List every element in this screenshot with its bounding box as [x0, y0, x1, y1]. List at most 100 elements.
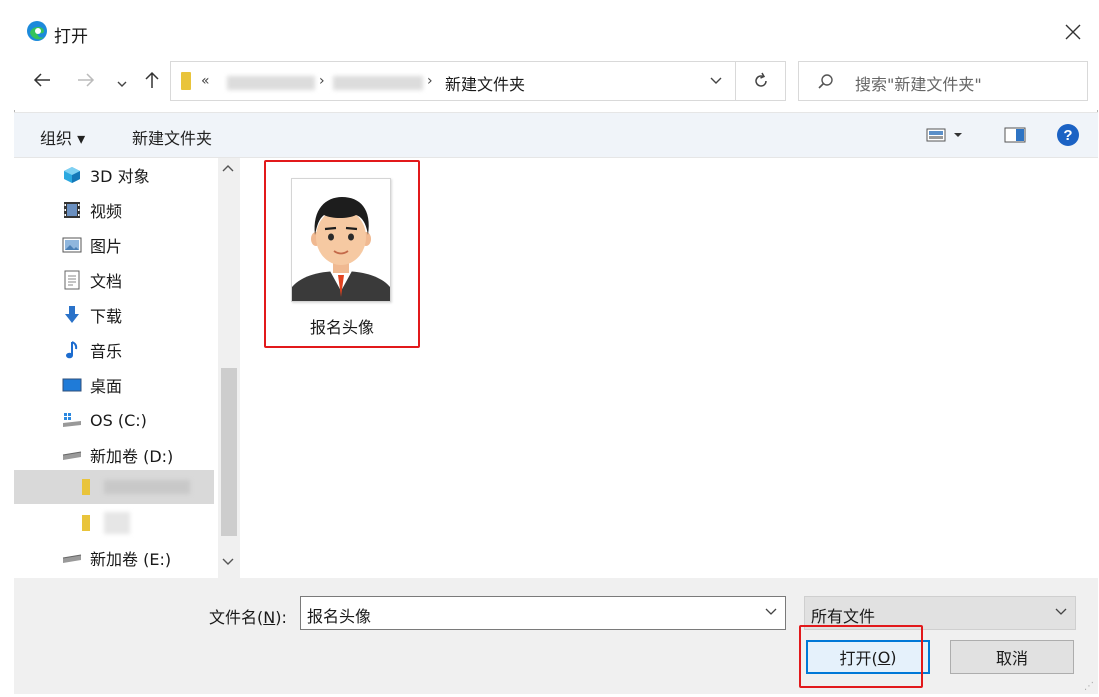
chevron-down-icon: [117, 81, 127, 87]
filename-label-text: 文件名(: [209, 608, 264, 627]
sidebar-item-label: 图片: [90, 237, 123, 256]
chevron-right-icon: ›: [427, 73, 433, 89]
command-bar: 组织 ▾ 新建文件夹 ?: [14, 112, 1098, 158]
3d-objects-icon: [62, 165, 82, 185]
organize-menu[interactable]: 组织 ▾: [40, 125, 85, 149]
redacted-label: [104, 512, 130, 534]
sidebar-item-desktop[interactable]: 桌面: [14, 368, 214, 402]
up-button[interactable]: [142, 70, 162, 95]
drive-icon: [62, 445, 82, 465]
sidebar-item-label: 3D 对象: [90, 167, 150, 186]
sidebar-item-downloads[interactable]: 下载: [14, 298, 214, 332]
search-icon: [817, 73, 835, 95]
file-thumbnail: [291, 178, 391, 302]
file-dialog-footer: 文件名(N): 报名头像 所有文件 打开(O) 取消 ⋰: [14, 578, 1098, 694]
pictures-icon: [62, 235, 82, 255]
file-name: 报名头像: [309, 318, 374, 337]
new-folder-button[interactable]: 新建文件夹: [132, 125, 212, 149]
search-placeholder: 搜索"新建文件夹": [855, 75, 982, 94]
navigation-scrollbar[interactable]: [218, 158, 240, 578]
sidebar-item-label: 下载: [90, 307, 123, 326]
refresh-icon: [754, 72, 767, 87]
file-item[interactable]: 报名头像: [264, 160, 420, 348]
sidebar-item-redacted-folder[interactable]: [14, 506, 214, 540]
drive-icon: [62, 548, 82, 568]
window-title: 打开: [54, 27, 88, 47]
breadcrumb-current[interactable]: 新建文件夹: [445, 71, 525, 95]
title-bar: 打开: [14, 10, 1098, 54]
scrollbar-thumb[interactable]: [221, 368, 237, 536]
resize-grip[interactable]: ⋰: [1084, 681, 1094, 692]
drive-c-icon: [62, 410, 82, 430]
filename-history-button[interactable]: [765, 605, 777, 621]
breadcrumb-redacted[interactable]: [227, 76, 315, 90]
avatar-icon: [292, 179, 390, 301]
chevron-down-icon: [710, 77, 722, 84]
chevron-down-icon: [1055, 608, 1067, 615]
sidebar-item-3d-objects[interactable]: 3D 对象: [14, 158, 214, 192]
sidebar-item-label: 音乐: [90, 342, 123, 361]
scroll-down-button[interactable]: [222, 556, 234, 570]
music-icon: [62, 340, 82, 360]
downloads-icon: [62, 305, 82, 325]
close-button[interactable]: [1058, 18, 1088, 46]
preview-pane-icon: [1004, 127, 1026, 143]
sidebar-item-drive-d[interactable]: 新加卷 (D:): [14, 438, 214, 472]
chevron-up-icon: [222, 165, 234, 172]
file-type-value: 所有文件: [811, 607, 876, 626]
cancel-button[interactable]: 取消: [950, 640, 1074, 674]
filename-value: 报名头像: [307, 607, 372, 626]
sidebar-item-label: 新加卷 (D:): [90, 447, 174, 466]
filename-label-text: ):: [275, 608, 287, 627]
folder-icon: [181, 72, 191, 90]
close-icon: [1065, 24, 1081, 40]
refresh-button[interactable]: [736, 61, 786, 101]
help-button[interactable]: ?: [1056, 123, 1080, 151]
folder-icon: [76, 477, 96, 497]
file-type-dropdown[interactable]: [1055, 605, 1067, 621]
chevron-down-icon: [765, 608, 777, 615]
file-list-view: 报名头像: [240, 158, 1098, 578]
svg-text:?: ?: [1063, 127, 1072, 144]
help-icon: ?: [1057, 124, 1079, 146]
preview-pane-button[interactable]: [1004, 127, 1026, 147]
navigation-bar: « › › 新建文件夹 搜索"新建文件夹": [14, 54, 1098, 110]
sidebar-item-drive-e[interactable]: 新加卷 (E:): [14, 541, 214, 575]
sidebar-item-label: OS (C:): [90, 410, 147, 430]
recent-locations-button[interactable]: [116, 74, 128, 95]
view-options-button[interactable]: [926, 127, 968, 147]
arrow-right-icon: [78, 73, 95, 87]
scroll-up-button[interactable]: [222, 162, 234, 176]
desktop-icon: [62, 375, 82, 395]
arrow-left-icon: [33, 73, 50, 87]
folder-icon: [76, 513, 96, 533]
navigation-pane: 3D 对象 视频 图片 文档 下载 音乐 桌面 OS (C:) 新加卷 (D:): [14, 158, 240, 578]
sidebar-item-label: 视频: [90, 202, 123, 221]
documents-icon: [62, 270, 82, 290]
edge-icon: [26, 20, 48, 42]
filename-label: 文件名(N):: [209, 604, 287, 628]
sidebar-item-redacted-folder[interactable]: [14, 470, 214, 504]
open-button-highlight: [799, 625, 923, 688]
sidebar-item-videos[interactable]: 视频: [14, 193, 214, 227]
sidebar-item-drive-c[interactable]: OS (C:): [14, 403, 214, 437]
filename-label-accesskey: N: [263, 608, 276, 627]
sidebar-item-label: 桌面: [90, 377, 123, 396]
sidebar-item-music[interactable]: 音乐: [14, 333, 214, 367]
search-box[interactable]: 搜索"新建文件夹": [798, 61, 1088, 101]
breadcrumb-redacted[interactable]: [333, 76, 423, 90]
chevron-right-icon: ›: [319, 73, 325, 89]
sidebar-item-label: 新加卷 (E:): [90, 550, 172, 569]
arrow-up-icon: [145, 71, 159, 88]
address-dropdown-button[interactable]: [709, 73, 723, 91]
chevron-down-icon: [222, 558, 234, 565]
sidebar-item-pictures[interactable]: 图片: [14, 228, 214, 262]
forward-button[interactable]: [76, 70, 96, 95]
redacted-label: [104, 480, 190, 494]
address-bar[interactable]: « › › 新建文件夹: [170, 61, 736, 101]
back-button[interactable]: [32, 70, 52, 95]
sidebar-item-documents[interactable]: 文档: [14, 263, 214, 297]
breadcrumb-overflow[interactable]: «: [201, 73, 210, 89]
filename-input[interactable]: 报名头像: [300, 596, 786, 630]
videos-icon: [62, 200, 82, 220]
